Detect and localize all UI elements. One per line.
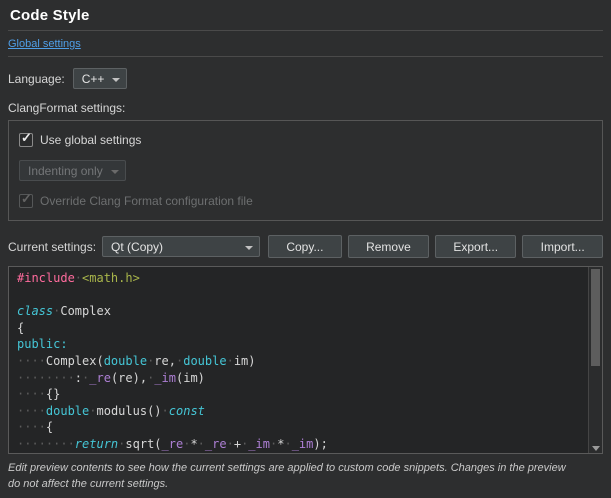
code-line [17, 287, 594, 304]
clangformat-mode-combobox: Indenting only [19, 160, 126, 181]
global-settings-link[interactable]: Global settings [8, 38, 81, 50]
code-line: class·Complex [17, 303, 594, 320]
override-clangformat-label: Override Clang Format configuration file [40, 194, 253, 208]
code-lines: #include·<math.h>class·Complex{public:··… [9, 267, 602, 454]
language-combobox[interactable]: C++ [73, 68, 128, 89]
page-title: Code Style [10, 7, 601, 24]
scrollbar-thumb[interactable] [591, 269, 600, 366]
current-settings-label: Current settings: [8, 240, 96, 254]
checkbox-icon: ✓ [19, 194, 33, 208]
checkmark-icon: ✓ [21, 131, 32, 145]
code-line: ········:·_re(re),·_im(im) [17, 370, 594, 387]
code-line: ····{ [17, 419, 594, 436]
language-row: Language: C++ [8, 68, 603, 89]
code-line: #include·<math.h> [17, 270, 594, 287]
code-line: ····{} [17, 386, 594, 403]
current-settings-row: Current settings: Qt (Copy) Copy... Remo… [8, 235, 603, 258]
current-settings-value: Qt (Copy) [111, 240, 163, 254]
use-global-settings-label: Use global settings [40, 133, 141, 147]
code-style-page: Code Style Global settings Language: C++… [0, 0, 611, 498]
import-button[interactable]: Import... [522, 235, 603, 258]
footer-text-line1: Edit preview contents to see how the cur… [8, 461, 603, 477]
code-line: public: [17, 336, 594, 353]
page-header: Code Style [8, 0, 603, 31]
footer-text-line2: do not affect the current settings. [8, 477, 603, 493]
chevron-down-icon [112, 78, 120, 82]
override-clangformat-checkbox: ✓ Override Clang Format configuration fi… [19, 194, 592, 208]
clangformat-mode-value: Indenting only [28, 164, 103, 178]
code-line: ········return·sqrt(_re·*·_re·+·_im·*·_i… [17, 436, 594, 453]
clangformat-groupbox: ✓ Use global settings Indenting only ✓ O… [8, 120, 603, 221]
chevron-down-icon [111, 170, 119, 174]
code-line: { [17, 320, 594, 337]
vertical-scrollbar[interactable] [588, 267, 602, 453]
remove-button[interactable]: Remove [348, 235, 429, 258]
code-line: ····double·modulus()·const [17, 403, 594, 420]
copy-button[interactable]: Copy... [268, 235, 342, 258]
chevron-down-icon [245, 246, 253, 250]
footer-note: Edit preview contents to see how the cur… [8, 461, 603, 493]
checkmark-icon: ✓ [21, 192, 32, 206]
clangformat-group-label: ClangFormat settings: [8, 101, 603, 115]
scroll-down-arrow-icon[interactable] [592, 446, 600, 451]
global-settings-row: Global settings [8, 31, 603, 57]
checkbox-icon: ✓ [19, 133, 33, 147]
language-value: C++ [82, 72, 105, 86]
use-global-settings-checkbox[interactable]: ✓ Use global settings [19, 133, 592, 147]
code-line: ····Complex(double·re,·double·im) [17, 353, 594, 370]
code-preview-editor[interactable]: #include·<math.h>class·Complex{public:··… [8, 266, 603, 454]
language-label: Language: [8, 72, 65, 86]
current-settings-combobox[interactable]: Qt (Copy) [102, 236, 260, 257]
export-button[interactable]: Export... [435, 235, 516, 258]
